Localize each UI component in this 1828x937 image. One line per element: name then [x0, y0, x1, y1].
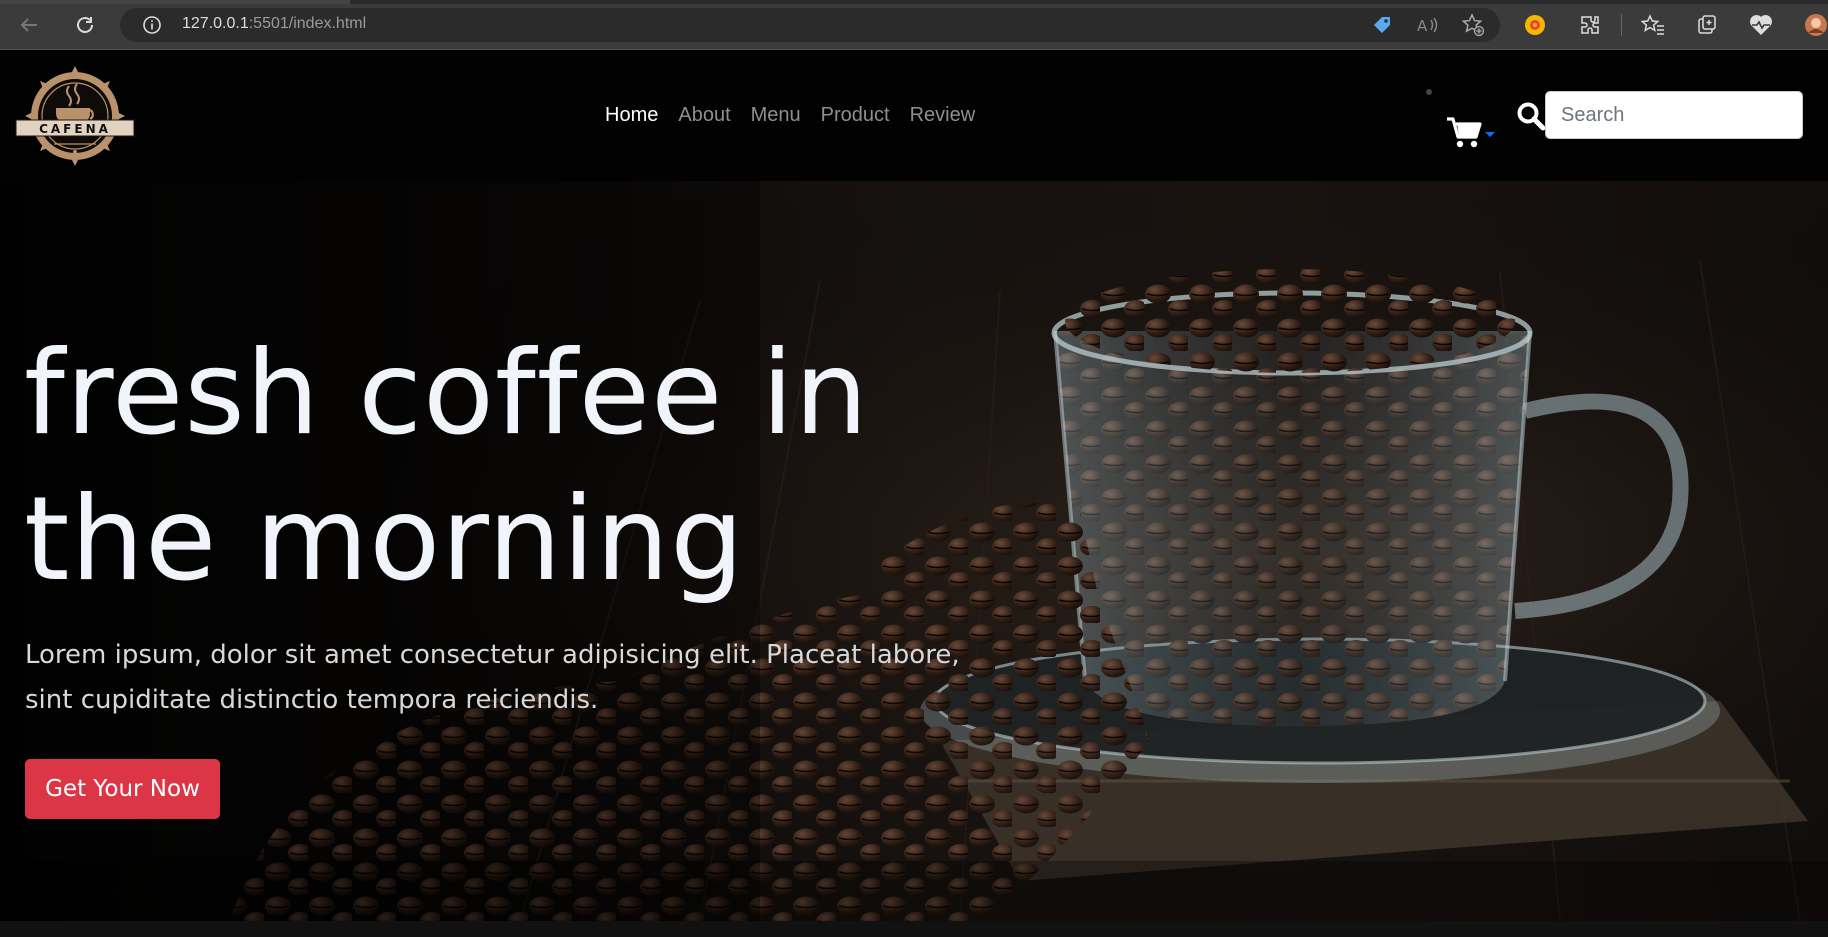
collections-icon[interactable] [1695, 13, 1719, 37]
site-navbar: CAFENA Home About Menu Product Review [0, 51, 1828, 181]
extensions-icon[interactable] [1578, 13, 1602, 37]
active-tab-edge [0, 0, 350, 4]
svg-text:A: A [1417, 17, 1428, 35]
read-aloud-icon[interactable]: A [1416, 13, 1440, 37]
cart-dropdown-icon[interactable] [1445, 115, 1495, 151]
search-input[interactable] [1545, 91, 1803, 139]
health-icon[interactable] [1749, 13, 1773, 37]
back-icon[interactable] [16, 12, 42, 38]
hero-title-line-1: fresh coffee in [24, 326, 869, 461]
hero-title-line-2: the morning [24, 472, 745, 607]
url-path: :5501/index.html [248, 15, 367, 32]
hero-description-line-1: Lorem ipsum, dolor sit amet consectetur … [25, 640, 960, 670]
cafena-logo[interactable]: CAFENA [14, 64, 136, 168]
toolbar-separator [1621, 14, 1622, 36]
favorites-icon[interactable] [1641, 13, 1665, 37]
extension-color-icon[interactable] [1523, 13, 1547, 37]
address-bar[interactable]: 127.0.0.1:5501/index.html [120, 8, 1500, 42]
hero-description-line-2: sint cupiditate distinctio tempora reici… [25, 685, 599, 715]
get-your-now-button[interactable]: Get Your Now [25, 759, 220, 819]
reload-icon[interactable] [72, 12, 98, 38]
profile-avatar[interactable] [1804, 13, 1828, 37]
url-host: 127.0.0.1 [182, 15, 249, 32]
hero-title: fresh coffee in the morning [24, 321, 924, 613]
nav-link-home[interactable]: Home [605, 104, 658, 127]
browser-toolbar: 127.0.0.1:5501/index.html A [0, 0, 1828, 50]
search-icon[interactable] [1516, 101, 1546, 131]
logo-text: CAFENA [39, 122, 111, 136]
hero-section: fresh coffee in the morning Lorem ipsum,… [0, 181, 1828, 921]
tag-icon[interactable] [1370, 13, 1394, 37]
decorative-dot [1426, 89, 1432, 95]
nav-link-menu[interactable]: Menu [751, 104, 801, 127]
add-favorite-icon[interactable] [1461, 13, 1485, 37]
tab-strip [0, 0, 1828, 4]
nav-link-product[interactable]: Product [821, 104, 890, 127]
main-menu: Home About Menu Product Review [605, 104, 975, 127]
url-text[interactable]: 127.0.0.1:5501/index.html [182, 15, 366, 33]
hero-description: Lorem ipsum, dolor sit amet consectetur … [25, 633, 1005, 723]
page-bottom-edge [0, 921, 1828, 937]
info-icon[interactable] [142, 15, 162, 35]
nav-link-about[interactable]: About [678, 104, 730, 127]
nav-link-review[interactable]: Review [910, 104, 976, 127]
